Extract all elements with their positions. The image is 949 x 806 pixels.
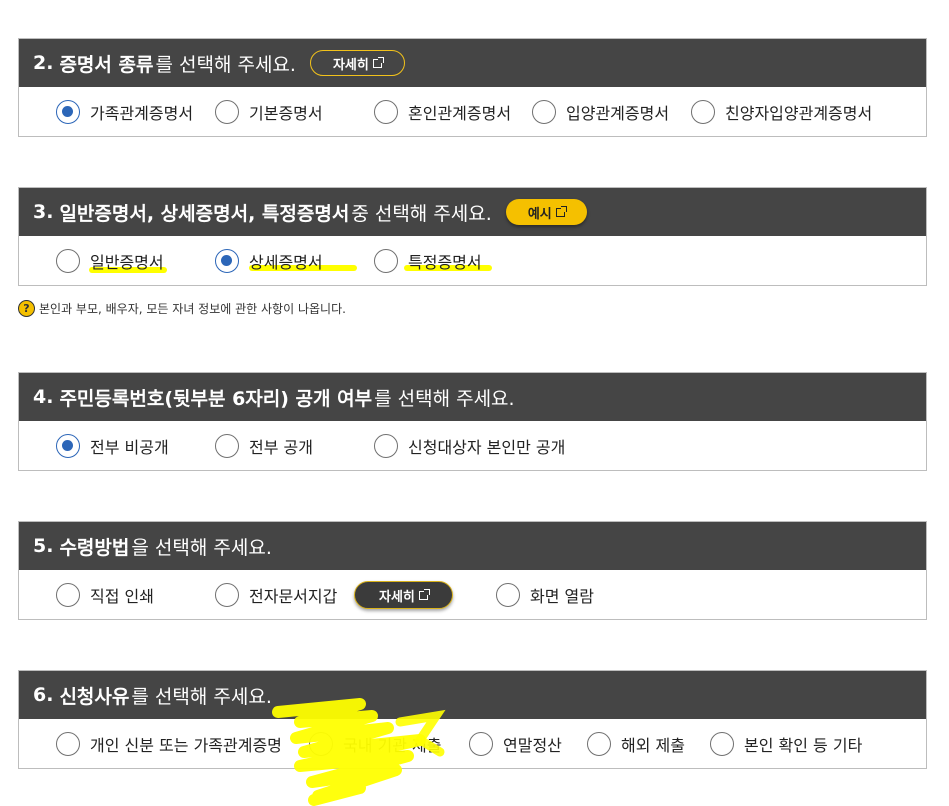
radio-icon[interactable] [496,582,520,607]
section-application-reason: 6. 신청사유 를 선택해 주세요. 개인 신분 또는 가족관계증명 국내 기관… [18,670,927,769]
section-receipt-method: 5. 수령방법 을 선택해 주세요. 직접 인쇄 전자문서지갑 자세히 화면 열… [18,521,927,620]
radio-option-family-relation[interactable]: 가족관계증명서 [56,87,193,136]
radio-option-adoption[interactable]: 입양관계증명서 [532,87,669,136]
radio-icon[interactable] [710,731,734,756]
example-button[interactable]: 예시 [505,199,587,225]
radio-icon[interactable] [374,433,398,458]
radio-option-other[interactable]: 본인 확인 등 기타 [710,719,862,768]
options-row: 일반증명서 상세증명서 특정증명서 [19,236,926,285]
section-certificate-level: 3. 일반증명서, 상세증명서, 특정증명서 중 선택해 주세요. 예시 일반증… [18,187,927,286]
radio-option-general[interactable]: 일반증명서 [56,236,164,285]
section-title-bold: 신청사유 [59,685,130,708]
radio-icon[interactable] [215,248,239,273]
details-button[interactable]: 자세히 [309,50,405,76]
radio-option-e-wallet[interactable]: 전자문서지갑 [215,570,337,619]
section-title-bold: 수령방법 [59,536,130,559]
radio-icon[interactable] [56,99,80,124]
help-note: ? 본인과 부모, 배우자, 모든 자녀 정보에 관한 사항이 나옵니다. [18,300,346,317]
radio-icon[interactable] [532,99,556,124]
section-resident-number: 4. 주민등록번호(뒷부분 6자리) 공개 여부 를 선택해 주세요. 전부 비… [18,372,927,471]
section-title-bold: 증명서 종류 [59,53,154,76]
question-icon: ? [18,300,35,317]
section-title-rest: 중 선택해 주세요. [351,202,492,225]
radio-option-identity[interactable]: 개인 신분 또는 가족관계증명 [56,719,282,768]
radio-option-full-adoption[interactable]: 친양자입양관계증명서 [691,87,872,136]
section-header: 5. 수령방법 을 선택해 주세요. [19,522,926,570]
section-certificate-type: 2. 증명서 종류 를 선택해 주세요. 자세히 가족관계증명서 기본증명서 혼… [18,38,927,137]
options-row: 직접 인쇄 전자문서지갑 자세히 화면 열람 [19,570,926,619]
radio-option-self-only[interactable]: 신청대상자 본인만 공개 [374,421,565,470]
section-number: 4. [33,386,54,408]
radio-icon[interactable] [56,582,80,607]
external-link-icon [555,205,567,217]
section-number: 5. [33,535,54,557]
section-header: 6. 신청사유 를 선택해 주세요. [19,671,926,719]
radio-option-detailed[interactable]: 상세증명서 [215,236,323,285]
radio-option-marriage[interactable]: 혼인관계증명서 [374,87,511,136]
radio-icon[interactable] [215,433,239,458]
section-number: 3. [33,201,54,223]
radio-icon[interactable] [56,433,80,458]
section-title-bold: 주민등록번호(뒷부분 6자리) 공개 여부 [59,387,373,410]
section-header: 4. 주민등록번호(뒷부분 6자리) 공개 여부 를 선택해 주세요. [19,373,926,421]
radio-option-specific[interactable]: 특정증명서 [374,236,482,285]
radio-icon[interactable] [56,731,80,756]
radio-option-overseas[interactable]: 해외 제출 [587,719,685,768]
section-number: 2. [33,52,54,74]
external-link-icon [372,56,384,68]
options-row: 전부 비공개 전부 공개 신청대상자 본인만 공개 [19,421,926,470]
section-title-rest: 를 선택해 주세요. [374,387,515,410]
radio-option-screen-view[interactable]: 화면 열람 [496,570,594,619]
section-title-rest: 를 선택해 주세요. [131,685,272,708]
radio-option-direct-print[interactable]: 직접 인쇄 [56,570,154,619]
radio-option-domestic-agency[interactable]: 국내 기관 제출 [309,719,442,768]
section-title-rest: 을 선택해 주세요. [131,536,272,559]
options-row: 가족관계증명서 기본증명서 혼인관계증명서 입양관계증명서 친양자입양관계증명서 [19,87,926,136]
radio-icon[interactable] [469,731,493,756]
radio-option-year-end[interactable]: 연말정산 [469,719,562,768]
radio-icon[interactable] [215,99,239,124]
e-wallet-details-button[interactable]: 자세히 [354,581,453,609]
radio-icon[interactable] [691,99,715,124]
section-number: 6. [33,684,54,706]
section-header: 3. 일반증명서, 상세증명서, 특정증명서 중 선택해 주세요. 예시 [19,188,926,236]
radio-option-all-hidden[interactable]: 전부 비공개 [56,421,169,470]
section-title-rest: 를 선택해 주세요. [155,53,296,76]
radio-icon[interactable] [587,731,611,756]
external-link-icon [418,588,430,600]
radio-option-basic[interactable]: 기본증명서 [215,87,323,136]
options-row: 개인 신분 또는 가족관계증명 국내 기관 제출 연말정산 해외 제출 본인 확… [19,719,926,768]
section-header: 2. 증명서 종류 를 선택해 주세요. 자세히 [19,39,926,87]
radio-icon[interactable] [309,731,333,756]
section-title-bold: 일반증명서, 상세증명서, 특정증명서 [59,202,350,225]
radio-icon[interactable] [374,99,398,124]
radio-icon[interactable] [374,248,398,273]
radio-option-all-public[interactable]: 전부 공개 [215,421,313,470]
radio-icon[interactable] [56,248,80,273]
radio-icon[interactable] [215,582,239,607]
